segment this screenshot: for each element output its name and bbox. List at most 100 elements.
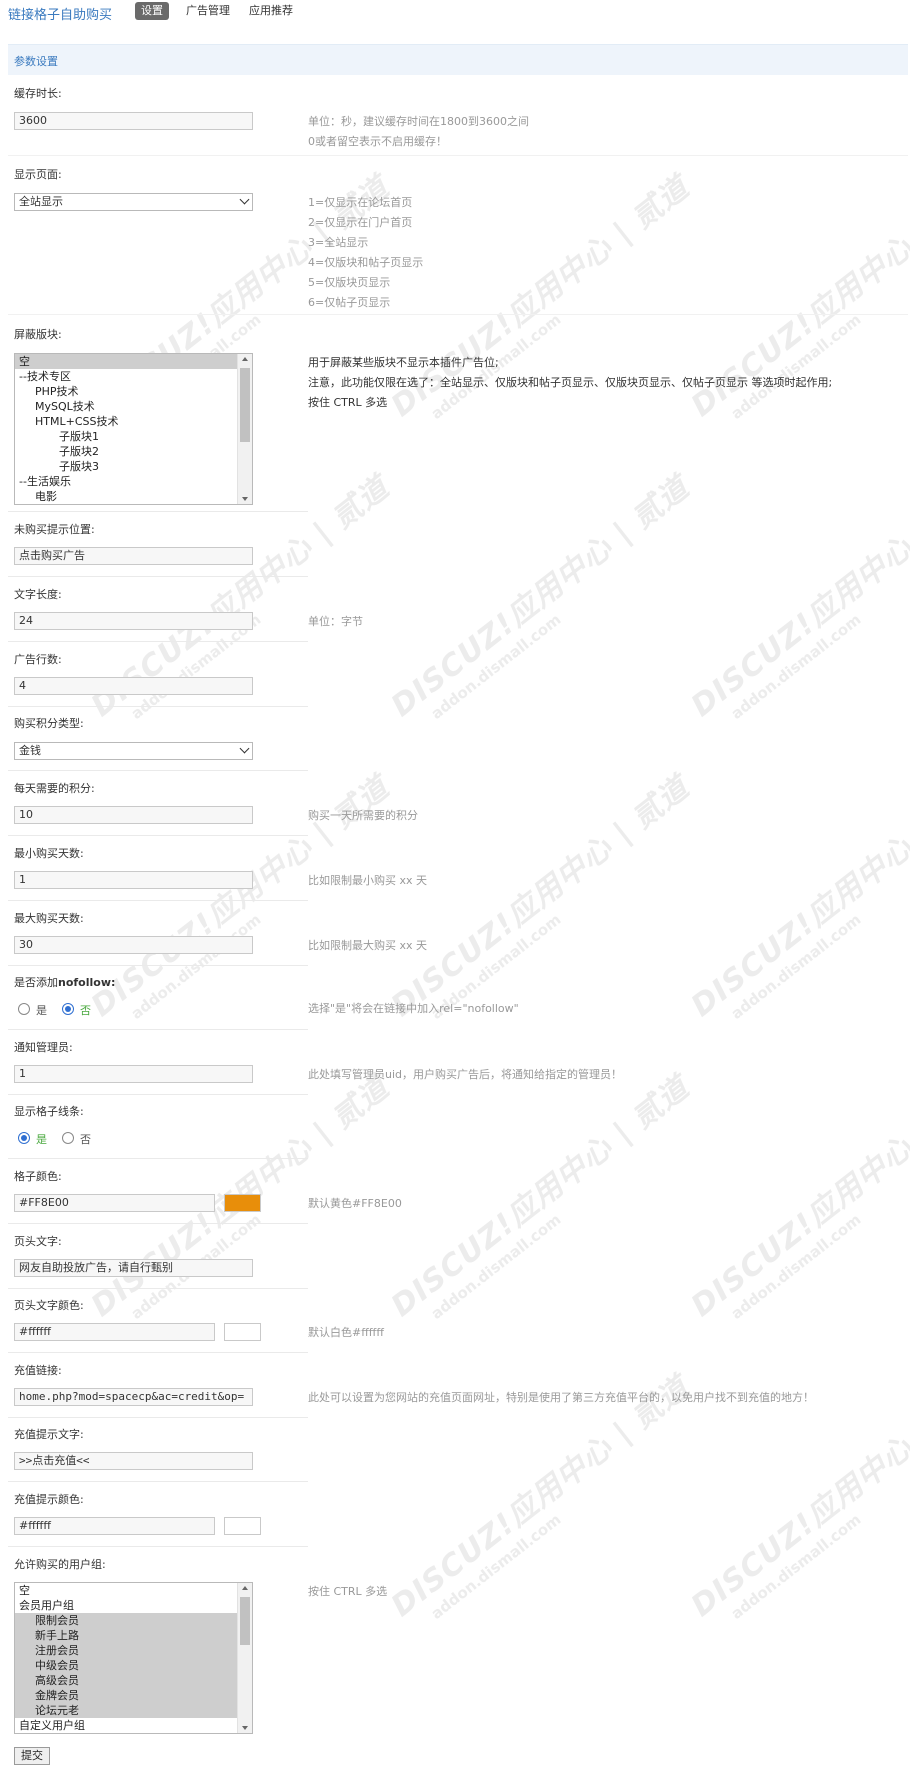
notify-admin-hint: 此处填写管理员uid，用户购买广告后，将通知给指定的管理员！ xyxy=(308,1068,623,1081)
scroll-down-icon[interactable] xyxy=(242,497,248,501)
list-item[interactable]: 子版块2 xyxy=(15,444,252,459)
grid-color-swatch[interactable] xyxy=(224,1194,261,1212)
list-item[interactable]: 子版块3 xyxy=(15,459,252,474)
credit-type-select[interactable]: 金钱 xyxy=(14,742,253,760)
header-text-input[interactable]: 网友自助投放广告，请自行甄别 xyxy=(14,1259,253,1277)
min-days-label: 最小购买天数: xyxy=(14,847,84,860)
watermark: DISCUZ!应用中心 | 贰道addon.dismall.com xyxy=(384,770,696,1024)
header-text-label: 页头文字: xyxy=(14,1235,62,1248)
grid-lines-no-radio[interactable] xyxy=(62,1132,74,1144)
recharge-tip-label: 充值提示文字: xyxy=(14,1428,84,1441)
list-item[interactable]: 中级会员 xyxy=(15,1658,252,1673)
scroll-up-icon[interactable] xyxy=(242,1586,248,1590)
list-item[interactable]: 新手上路 xyxy=(15,1628,252,1643)
block-forums-hint-1: 用于屏蔽某些版块不显示本插件广告位; xyxy=(308,356,499,369)
display-page-label: 显示页面: xyxy=(14,168,62,181)
cache-input[interactable]: 3600 xyxy=(14,112,253,130)
top-nav: 链接格子自助购买 设置 广告管理 应用推荐 xyxy=(8,0,908,26)
section-header: 参数设置 xyxy=(8,44,908,75)
cache-hint-2: 0或者留空表示不启用缓存！ xyxy=(308,135,447,148)
watermark: DISCUZ!应用中心 | 贰道addon.dismall.com xyxy=(684,170,910,424)
nofollow-no-radio[interactable] xyxy=(62,1003,74,1015)
recharge-color-swatch[interactable] xyxy=(224,1517,261,1535)
min-days-input[interactable]: 1 xyxy=(14,871,253,889)
block-forums-label: 屏蔽版块: xyxy=(14,328,62,341)
display-hint-1: 1=仅显示在论坛首页 xyxy=(308,196,413,209)
recharge-color-label: 充值提示颜色: xyxy=(14,1493,84,1506)
list-item[interactable]: 电影 xyxy=(15,489,252,504)
chevron-down-icon xyxy=(239,194,250,205)
list-item[interactable]: 子版块1 xyxy=(15,429,252,444)
nofollow-no-label: 否 xyxy=(80,1004,91,1017)
list-item[interactable]: 空 xyxy=(15,1583,252,1598)
watermark: DISCUZ!应用中心 | 贰道addon.dismall.com xyxy=(384,1070,696,1324)
text-length-hint: 单位：字节 xyxy=(308,615,363,628)
submit-button[interactable]: 提交 xyxy=(14,1747,50,1765)
display-page-select[interactable]: 全站显示 xyxy=(14,193,253,211)
recharge-link-input[interactable]: home.php?mod=spacecp&ac=credit&op= xyxy=(14,1388,253,1406)
grid-color-hint: 默认黄色#FF8E00 xyxy=(308,1197,402,1210)
allowed-groups-label: 允许购买的用户组: xyxy=(14,1558,106,1571)
watermark: DISCUZ!应用中心 | 贰道addon.dismall.com xyxy=(384,470,696,724)
unbought-tip-input[interactable]: 点击购买广告 xyxy=(14,547,253,565)
header-color-swatch[interactable] xyxy=(224,1323,261,1341)
recharge-tip-input[interactable]: >>点击充值<< xyxy=(14,1452,253,1470)
block-forums-hint-3: 按住 CTRL 多选 xyxy=(308,396,388,409)
grid-lines-yes-label: 是 xyxy=(36,1133,47,1146)
list-item[interactable]: 限制会员 xyxy=(15,1613,252,1628)
header-color-input[interactable]: #ffffff xyxy=(14,1323,215,1341)
list-item[interactable]: 金牌会员 xyxy=(15,1688,252,1703)
list-item[interactable]: 自定义用户组 xyxy=(15,1718,252,1733)
grid-lines-yes-radio[interactable] xyxy=(18,1132,30,1144)
nofollow-label: 是否添加nofollow: xyxy=(14,976,116,989)
scroll-thumb[interactable] xyxy=(240,368,250,442)
grid-lines-label: 显示格子线条: xyxy=(14,1105,84,1118)
max-days-hint: 比如限制最大购买 xx 天 xyxy=(308,939,428,952)
notify-admin-label: 通知管理员: xyxy=(14,1041,73,1054)
tab-settings[interactable]: 设置 xyxy=(135,2,169,20)
nofollow-yes-radio[interactable] xyxy=(18,1003,30,1015)
list-item[interactable]: 空 xyxy=(15,354,252,369)
list-item[interactable]: --生活娱乐 xyxy=(15,474,252,489)
block-forums-multiselect[interactable]: 空 --技术专区 PHP技术 MySQL技术 HTML+CSS技术 子版块1 子… xyxy=(14,353,253,505)
header-color-label: 页头文字颜色: xyxy=(14,1299,84,1312)
grid-color-label: 格子颜色: xyxy=(14,1170,62,1183)
text-length-label: 文字长度: xyxy=(14,588,62,601)
allowed-groups-multiselect[interactable]: 空 会员用户组 限制会员 新手上路 注册会员 中级会员 高级会员 金牌会员 论坛… xyxy=(14,1582,253,1734)
grid-lines-no-label: 否 xyxy=(80,1133,91,1146)
list-item[interactable]: --技术专区 xyxy=(15,369,252,384)
header-color-hint: 默认白色#ffffff xyxy=(308,1326,384,1339)
credit-type-label: 购买积分类型: xyxy=(14,717,84,730)
tab-ad-management[interactable]: 广告管理 xyxy=(180,2,236,20)
tab-app-recommend[interactable]: 应用推荐 xyxy=(243,2,299,20)
list-item[interactable]: 论坛元老 xyxy=(15,1703,252,1718)
list-item[interactable]: 会员用户组 xyxy=(15,1598,252,1613)
nofollow-yes-label: 是 xyxy=(36,1004,47,1017)
max-days-input[interactable]: 30 xyxy=(14,936,253,954)
plugin-title: 链接格子自助购买 xyxy=(8,8,113,23)
recharge-color-input[interactable]: #ffffff xyxy=(14,1517,215,1535)
scroll-up-icon[interactable] xyxy=(242,357,248,361)
list-item[interactable]: MySQL技术 xyxy=(15,399,252,414)
list-item[interactable]: PHP技术 xyxy=(15,384,252,399)
list-item[interactable]: HTML+CSS技术 xyxy=(15,414,252,429)
scrollbar[interactable] xyxy=(237,354,252,504)
credit-type-value: 金钱 xyxy=(19,744,41,757)
display-hint-4: 4=仅版块和帖子页显示 xyxy=(308,256,424,269)
scrollbar[interactable] xyxy=(237,1583,252,1733)
max-days-label: 最大购买天数: xyxy=(14,912,84,925)
ad-rows-input[interactable]: 4 xyxy=(14,677,253,695)
display-hint-5: 5=仅版块页显示 xyxy=(308,276,391,289)
daily-credit-input[interactable]: 10 xyxy=(14,806,253,824)
notify-admin-input[interactable]: 1 xyxy=(14,1065,253,1083)
text-length-input[interactable]: 24 xyxy=(14,612,253,630)
list-item[interactable]: 注册会员 xyxy=(15,1643,252,1658)
scroll-thumb[interactable] xyxy=(240,1597,250,1645)
daily-credit-hint: 购买一天所需要的积分 xyxy=(308,809,418,822)
scroll-down-icon[interactable] xyxy=(242,1726,248,1730)
list-item[interactable]: 高级会员 xyxy=(15,1673,252,1688)
cache-hint-1: 单位：秒，建议缓存时间在1800到3600之间 xyxy=(308,115,529,128)
allowed-groups-hint: 按住 CTRL 多选 xyxy=(308,1585,388,1598)
grid-color-input[interactable]: #FF8E00 xyxy=(14,1194,215,1212)
watermark: DISCUZ!应用中心 | 贰道addon.dismall.com xyxy=(84,470,396,724)
